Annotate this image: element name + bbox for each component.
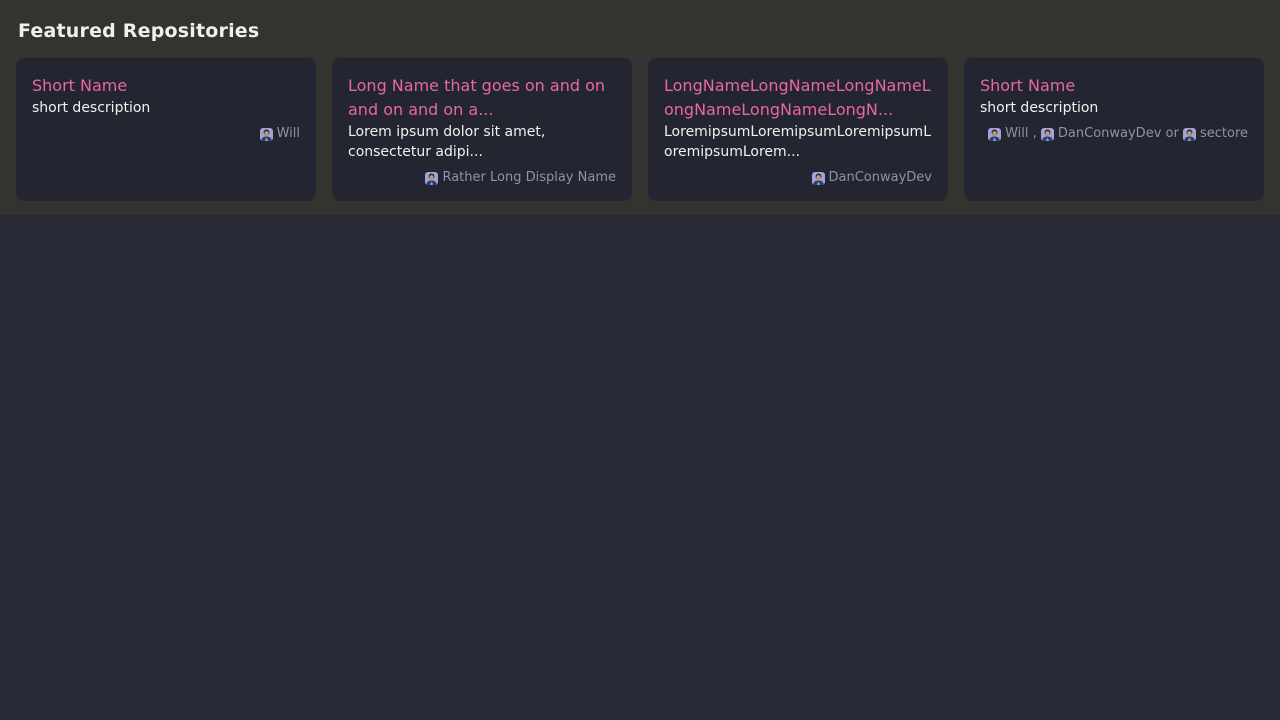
author-avatar-icon	[1183, 128, 1196, 141]
repo-description: Lorem ipsum dolor sit amet, consectetur …	[348, 122, 616, 162]
repo-author-link[interactable]: Will	[988, 126, 1028, 142]
author-name: Rather Long Display Name	[442, 170, 616, 186]
repo-author-link[interactable]: Rather Long Display Name	[425, 170, 616, 186]
featured-repositories-section: Featured Repositories Short Name short d…	[0, 0, 1280, 215]
author-name: DanConwayDev	[1058, 126, 1161, 142]
repo-cards-row: Short Name short description Will Long N…	[16, 58, 1264, 201]
repo-author-link[interactable]: sectore	[1183, 126, 1248, 142]
page-title: Featured Repositories	[18, 20, 1264, 43]
repo-description: short description	[980, 98, 1248, 118]
repo-card[interactable]: LongNameLongNameLongNameLongNameLongName…	[648, 58, 948, 201]
author-separator: or	[1161, 126, 1183, 141]
author-separator: ,	[1029, 126, 1041, 141]
author-avatar-icon	[812, 172, 825, 185]
author-name: Will	[277, 126, 300, 142]
author-avatar-icon	[260, 128, 273, 141]
repo-author-link[interactable]: DanConwayDev	[812, 170, 932, 186]
author-name: Will	[1005, 126, 1028, 142]
author-avatar-icon	[1041, 128, 1054, 141]
repo-author-link[interactable]: DanConwayDev	[1041, 126, 1161, 142]
repo-authors-line: DanConwayDev	[664, 170, 932, 186]
repo-author-link[interactable]: Will	[260, 126, 300, 142]
repo-authors-line: Rather Long Display Name	[348, 170, 616, 186]
author-avatar-icon	[988, 128, 1001, 141]
repo-title[interactable]: Long Name that goes on and on and on and…	[348, 74, 616, 122]
repo-description: LoremipsumLoremipsumLoremipsumLoremipsum…	[664, 122, 932, 162]
author-name: DanConwayDev	[829, 170, 932, 186]
repo-card[interactable]: Short Name short description Will , DanC…	[964, 58, 1264, 201]
repo-authors-line: Will	[32, 126, 300, 142]
page-background	[0, 215, 1280, 720]
author-avatar-icon	[425, 172, 438, 185]
repo-description: short description	[32, 98, 300, 118]
author-name: sectore	[1200, 126, 1248, 142]
repo-title[interactable]: Short Name	[32, 74, 300, 98]
repo-title[interactable]: LongNameLongNameLongNameLongNameLongName…	[664, 74, 932, 122]
repo-title[interactable]: Short Name	[980, 74, 1248, 98]
repo-card[interactable]: Short Name short description Will	[16, 58, 316, 201]
repo-card[interactable]: Long Name that goes on and on and on and…	[332, 58, 632, 201]
repo-authors-line: Will , DanConwayDev or sectore	[980, 126, 1248, 142]
